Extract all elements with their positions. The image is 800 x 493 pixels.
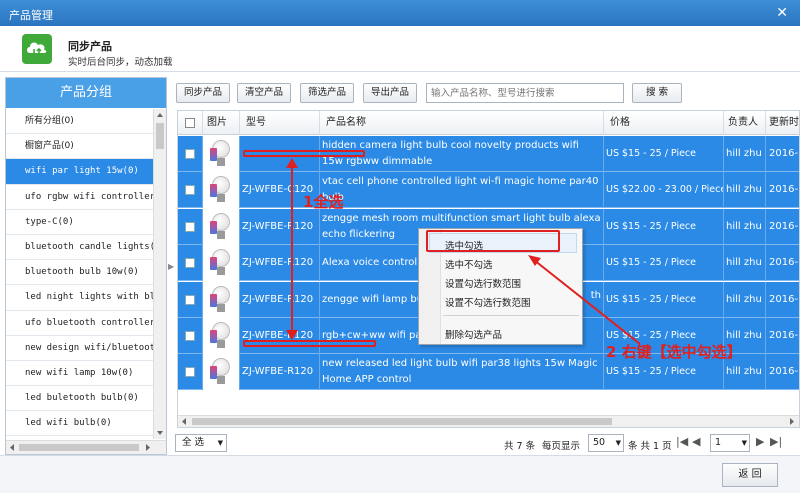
annotation-pointer-line: [533, 259, 641, 345]
annotation-arrowhead-up: [286, 158, 298, 168]
annotation-arrowhead-down: [286, 330, 298, 340]
annotation-arrows: [286, 158, 641, 345]
